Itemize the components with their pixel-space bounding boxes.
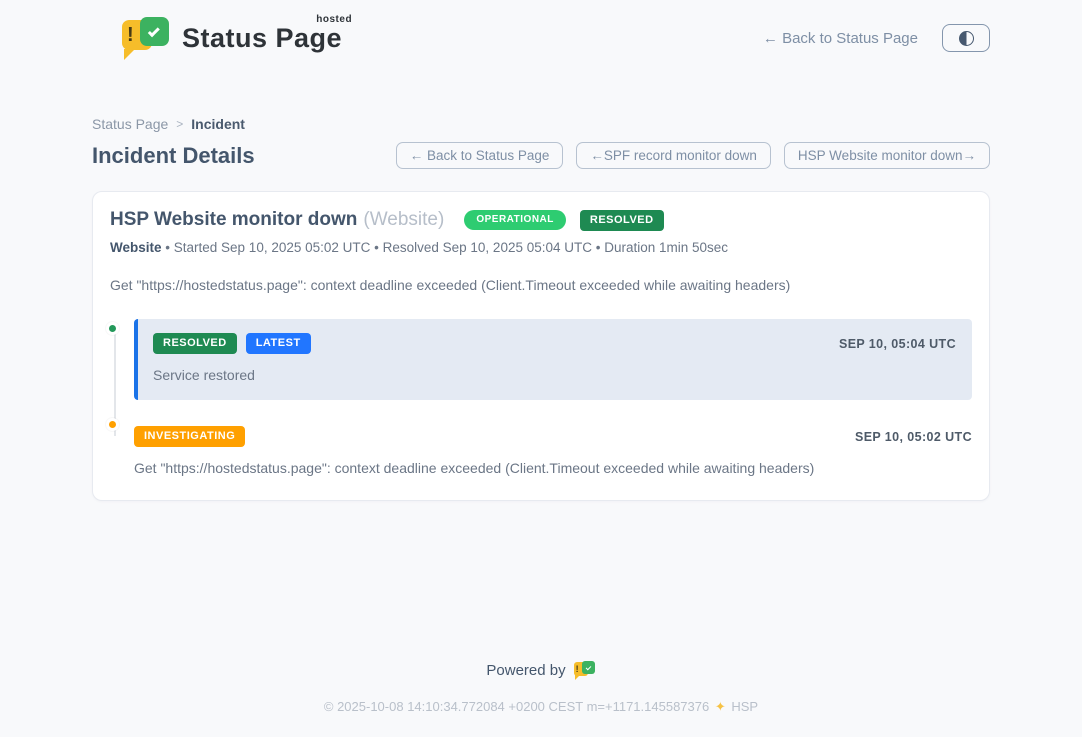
check-icon: [585, 665, 591, 671]
incident-timeline: RESOLVED LATEST SEP 10, 05:04 UTC Servic…: [110, 319, 972, 480]
incident-meta: Website • Started Sep 10, 2025 05:02 UTC…: [110, 240, 972, 255]
timeline-entry-message: Service restored: [153, 367, 956, 383]
timeline-dot-investigating: [106, 418, 119, 431]
site-footer: Powered by ! © 2025-10-08 14:10:34.77208…: [0, 660, 1082, 737]
timeline-entry-message: Get "https://hostedstatus.page": context…: [134, 460, 972, 476]
copyright-row: © 2025-10-08 14:10:34.772084 +0200 CEST …: [0, 699, 1082, 715]
title-row: Incident Details ← Back to Status Page ←…: [92, 142, 990, 169]
breadcrumb-separator: >: [176, 117, 183, 131]
back-to-status-page-button[interactable]: ← Back to Status Page: [396, 142, 564, 169]
operational-badge: OPERATIONAL: [464, 210, 566, 230]
incident-meta-details: • Started Sep 10, 2025 05:02 UTC • Resol…: [165, 240, 728, 255]
timeline-entry-timestamp: SEP 10, 05:04 UTC: [839, 337, 956, 351]
sparkles-icon: ✦: [713, 699, 728, 714]
brand-bubble-icon-small: !: [574, 660, 596, 681]
breadcrumb-incident: Incident: [191, 116, 245, 132]
timeline-entry-badges: INVESTIGATING: [134, 426, 245, 447]
brand-hosted-label: hosted: [316, 14, 352, 25]
incident-card: HSP Website monitor down (Website) OPERA…: [92, 191, 990, 501]
prev-incident-button[interactable]: ←SPF record monitor down: [576, 142, 771, 169]
timeline-latest-badge: LATEST: [246, 333, 311, 354]
incident-nav-buttons: ← Back to Status Page ←SPF record monito…: [396, 142, 990, 169]
brand-bubble-icon: !: [122, 16, 170, 60]
timeline-entry-badges: RESOLVED LATEST: [153, 333, 311, 354]
timeline-resolved-badge: RESOLVED: [153, 333, 237, 354]
timeline-entry-investigating: INVESTIGATING SEP 10, 05:02 UTC Get "htt…: [134, 426, 972, 480]
theme-toggle-button[interactable]: [942, 24, 990, 52]
breadcrumb-status-page[interactable]: Status Page: [92, 116, 168, 132]
site-header: ! Status Page hosted ← Back to Status Pa…: [92, 0, 990, 60]
resolved-badge: RESOLVED: [580, 210, 664, 231]
page-title: Incident Details: [92, 143, 255, 169]
timeline-entry-head: RESOLVED LATEST SEP 10, 05:04 UTC: [153, 333, 956, 354]
powered-by-label: Powered by: [486, 662, 565, 679]
timeline-entry-head: INVESTIGATING SEP 10, 05:02 UTC: [134, 426, 972, 447]
check-bubble-icon: [140, 17, 169, 46]
copyright-text: © 2025-10-08 14:10:34.772084 +0200 CEST …: [324, 699, 709, 714]
header-actions: ← Back to Status Page: [763, 24, 990, 52]
powered-by-row[interactable]: Powered by !: [0, 660, 1082, 681]
timeline-entry-timestamp: SEP 10, 05:02 UTC: [855, 430, 972, 444]
brand-name-text: Status Page: [182, 23, 342, 53]
header-back-link[interactable]: ← Back to Status Page: [763, 30, 918, 47]
brand-name: Status Page hosted: [182, 23, 342, 54]
check-icon: [148, 25, 160, 37]
incident-title-row: HSP Website monitor down (Website) OPERA…: [110, 209, 972, 231]
brand-logo[interactable]: ! Status Page hosted: [122, 16, 342, 60]
incident-title: HSP Website monitor down: [110, 209, 357, 231]
main-content: Status Page > Incident Incident Details …: [92, 60, 990, 501]
timeline-investigating-badge: INVESTIGATING: [134, 426, 245, 447]
incident-component: (Website): [363, 209, 444, 231]
exclamation-glyph: !: [127, 24, 134, 47]
incident-meta-component: Website: [110, 240, 162, 255]
timeline-entry-latest: RESOLVED LATEST SEP 10, 05:04 UTC Servic…: [134, 319, 972, 400]
contrast-icon: [959, 31, 974, 46]
next-incident-button[interactable]: HSP Website monitor down→: [784, 142, 990, 169]
timeline-dot-resolved: [106, 322, 119, 335]
breadcrumb: Status Page > Incident: [92, 116, 990, 132]
check-bubble-icon: [582, 661, 595, 674]
incident-description: Get "https://hostedstatus.page": context…: [110, 277, 972, 293]
copyright-suffix: HSP: [731, 699, 758, 714]
